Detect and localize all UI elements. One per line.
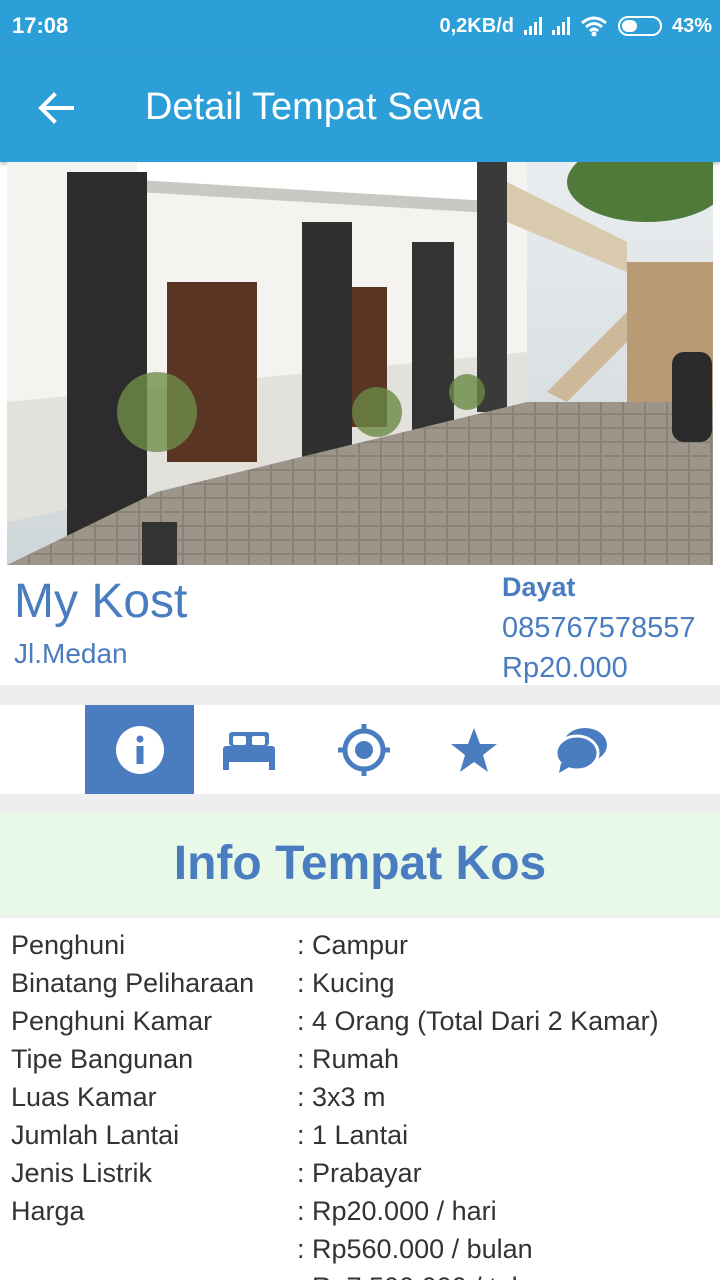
info-row: Harga : Rp20.000 / hari bbox=[0, 1194, 720, 1232]
info-label: Harga bbox=[11, 1196, 85, 1226]
arrow-back-icon bbox=[38, 92, 74, 124]
owner-name: Dayat bbox=[502, 572, 576, 602]
divider bbox=[0, 914, 720, 918]
tab-info[interactable] bbox=[85, 705, 194, 794]
status-time: 17:08 bbox=[12, 13, 69, 38]
location-target-icon bbox=[337, 723, 390, 776]
kost-name: My Kost bbox=[14, 575, 188, 628]
wifi-icon bbox=[581, 16, 607, 37]
section-header: Info Tempat Kos bbox=[0, 812, 720, 914]
info-row: Penghuni Kamar : 4 Orang (Total Dari 2 K… bbox=[0, 1004, 720, 1042]
tab-rating[interactable] bbox=[419, 705, 528, 794]
info-list: Penghuni : Campur Binatang Peliharaan : … bbox=[0, 928, 720, 1280]
info-row: : Rp560.000 / bulan bbox=[0, 1232, 720, 1270]
chat-icon bbox=[554, 727, 607, 773]
network-speed: 0,2KB/d bbox=[439, 14, 514, 37]
kost-address: Jl.Medan bbox=[14, 638, 128, 669]
info-row: Binatang Peliharaan : Kucing bbox=[0, 966, 720, 1004]
bed-icon bbox=[222, 731, 275, 770]
info-row: Jenis Listrik : Prabayar bbox=[0, 1156, 720, 1194]
info-label: Penghuni Kamar bbox=[11, 1006, 213, 1036]
battery-percent: 43% bbox=[671, 14, 712, 37]
info-value: : Rp560.000 / bulan bbox=[297, 1234, 533, 1264]
page-title: Detail Tempat Sewa bbox=[145, 86, 483, 128]
info-value: : 4 Orang (Total Dari 2 Kamar) bbox=[297, 1006, 659, 1036]
info-label: Tipe Bangunan bbox=[11, 1044, 194, 1074]
info-value: : 1 Lantai bbox=[297, 1120, 409, 1150]
divider bbox=[0, 685, 720, 705]
info-row: : Rp7.500.000 / tahun bbox=[0, 1270, 720, 1280]
tab-room[interactable] bbox=[194, 705, 303, 794]
back-button[interactable] bbox=[28, 80, 84, 136]
info-label: Luas Kamar bbox=[11, 1082, 157, 1112]
info-label: Penghuni bbox=[11, 930, 126, 960]
signal-icon bbox=[523, 17, 542, 35]
star-icon bbox=[450, 727, 497, 772]
section-title: Info Tempat Kos bbox=[173, 836, 547, 890]
info-value: : Rp20.000 / hari bbox=[297, 1196, 497, 1226]
info-value: : 3x3 m bbox=[297, 1082, 386, 1112]
battery-icon bbox=[617, 16, 662, 36]
info-value: : Kucing bbox=[297, 968, 395, 998]
info-value: : Rumah bbox=[297, 1044, 400, 1074]
divider bbox=[0, 794, 720, 812]
status-icons: 0,2KB/d 43% bbox=[439, 13, 712, 39]
info-row: Luas Kamar : 3x3 m bbox=[0, 1080, 720, 1118]
info-value: : Prabayar bbox=[297, 1158, 422, 1188]
property-photo bbox=[7, 162, 713, 565]
tab-location[interactable] bbox=[309, 705, 418, 794]
info-row: Tipe Bangunan : Rumah bbox=[0, 1042, 720, 1080]
info-label: Jumlah Lantai bbox=[11, 1120, 180, 1150]
info-row: Jumlah Lantai : 1 Lantai bbox=[0, 1118, 720, 1156]
tab-chat[interactable] bbox=[527, 705, 636, 794]
app-bar: Detail Tempat Sewa bbox=[0, 52, 720, 162]
info-row: Penghuni : Campur bbox=[0, 928, 720, 966]
info-label: Binatang Peliharaan bbox=[11, 968, 255, 998]
info-label: Jenis Listrik bbox=[11, 1158, 153, 1188]
owner-phone[interactable]: 085767578557 bbox=[502, 612, 696, 645]
info-value: : Rp7.500.000 / tahun bbox=[297, 1272, 557, 1280]
info-icon bbox=[115, 725, 164, 774]
info-value: : Campur bbox=[297, 930, 409, 960]
signal-icon bbox=[551, 17, 570, 35]
tab-bar bbox=[0, 705, 720, 794]
status-bar: 17:08 0,2KB/d 43% bbox=[0, 0, 720, 52]
listing-price: Rp20.000 bbox=[502, 652, 628, 684]
